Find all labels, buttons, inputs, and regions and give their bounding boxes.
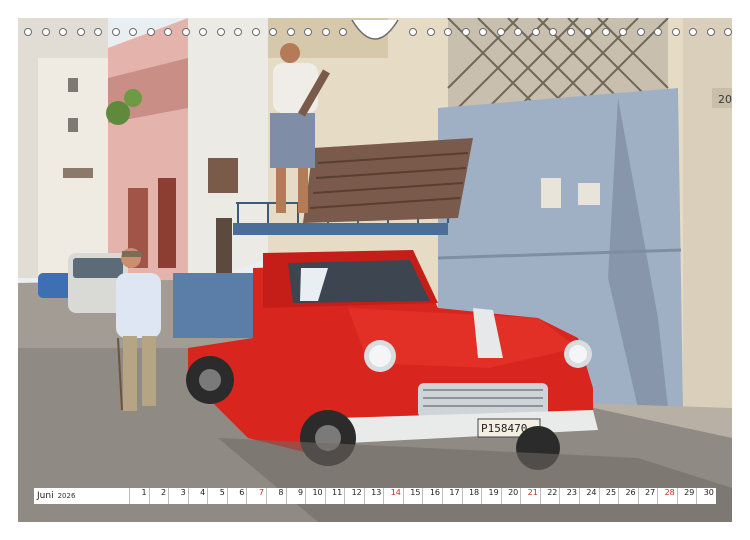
binding-ring [112, 28, 120, 36]
calendar-day: 11 [326, 488, 346, 504]
calendar-day: 8 [267, 488, 287, 504]
calendar-day: 30 [703, 488, 714, 497]
binding-ring [619, 28, 627, 36]
binding-ring [304, 28, 312, 36]
binding-ring [77, 28, 85, 36]
calendar-day: 12 [345, 488, 365, 504]
calendar-day: 24 [580, 488, 600, 504]
calendar-day: 27 [639, 488, 659, 504]
calendar-day: 15 [404, 488, 424, 504]
binding-ring [269, 28, 277, 36]
calendar-year: 2026 [57, 492, 76, 500]
binding-ring [427, 28, 435, 36]
calendar-day: 19 [482, 488, 502, 504]
calendar-day: 13 [365, 488, 385, 504]
calendar-day: 2 [150, 488, 170, 504]
calendar-page: 20 P158470 Juni 2026 1 2 3 4 5 6 7 8 9 1… [0, 0, 750, 540]
calendar-strip: Juni 2026 1 2 3 4 5 6 7 8 9 10 11 12 13 14 15 16 17 18 19 2… [34, 488, 716, 504]
binding-ring [147, 28, 155, 36]
binding-ring [654, 28, 662, 36]
binding-ring [584, 28, 592, 36]
binding-ring [462, 28, 470, 36]
wall-number: 20 [718, 93, 732, 106]
calendar-day: 6 [228, 488, 248, 504]
calendar-day: 21 [521, 488, 541, 504]
license-plate: P158470 [481, 422, 527, 435]
calendar-day: 3 [169, 488, 189, 504]
calendar-day: 1 [130, 488, 150, 504]
binding-ring [549, 28, 557, 36]
binding-ring [672, 28, 680, 36]
binding-ring [322, 28, 330, 36]
calendar-day: 5 [208, 488, 228, 504]
binding-ring [42, 28, 50, 36]
calendar-day: 26 [619, 488, 639, 504]
calendar-day: 10 [306, 488, 326, 504]
binding-ring [707, 28, 715, 36]
binding-ring [409, 28, 417, 36]
calendar-day: 18 [463, 488, 483, 504]
binding-ring [199, 28, 207, 36]
calendar-month-cell: Juni 2026 [34, 488, 130, 504]
calendar-days: 1 2 3 4 5 6 7 8 9 10 11 12 13 14 15 16 17 18 19 20 21 22 23 24 2… [130, 488, 716, 504]
calendar-day: 7 [247, 488, 267, 504]
calendar-day: 29 [678, 488, 698, 504]
binding-ring [164, 28, 172, 36]
binding-ring [532, 28, 540, 36]
binding-ring [252, 28, 260, 36]
calendar-day: 16 [423, 488, 443, 504]
binding-ring [234, 28, 242, 36]
binding-ring [497, 28, 505, 36]
calendar-day: 25 [600, 488, 620, 504]
street-scene-image: 20 P158470 [18, 18, 732, 522]
binding-ring [514, 28, 522, 36]
binding-ring [217, 28, 225, 36]
calendar-day: 9 [287, 488, 307, 504]
binding-ring [24, 28, 32, 36]
hanger-icon [351, 19, 399, 40]
binding-ring [637, 28, 645, 36]
binding-ring [182, 28, 190, 36]
binding-ring [444, 28, 452, 36]
calendar-day: 23 [560, 488, 580, 504]
calendar-month: Juni [37, 491, 54, 501]
calendar-day: 17 [443, 488, 463, 504]
binding-ring [567, 28, 575, 36]
binding-ring [94, 28, 102, 36]
binding-ring [602, 28, 610, 36]
calendar-day: 14 [384, 488, 404, 504]
binding-ring [59, 28, 67, 36]
binding-ring [129, 28, 137, 36]
calendar-day: 20 [502, 488, 522, 504]
calendar-day: 22 [541, 488, 561, 504]
binding-ring [287, 28, 295, 36]
binding-ring [689, 28, 697, 36]
calendar-day: 28 [658, 488, 678, 504]
binding-ring [724, 28, 732, 36]
photo: 20 P158470 [18, 18, 732, 522]
binding-ring [339, 28, 347, 36]
binding-ring [479, 28, 487, 36]
calendar-day: 4 [189, 488, 209, 504]
